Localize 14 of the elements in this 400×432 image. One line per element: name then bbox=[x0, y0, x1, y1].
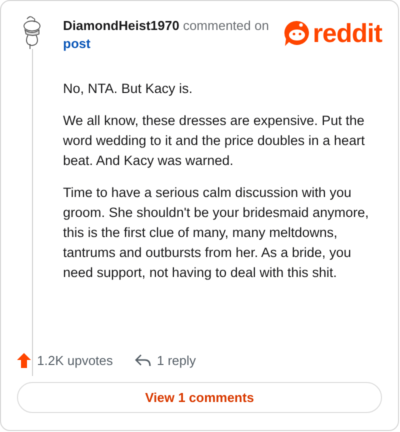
post-link[interactable]: post bbox=[63, 35, 90, 53]
comment-paragraph: No, NTA. But Kacy is. bbox=[63, 80, 194, 98]
author-name[interactable]: DiamondHeist1970 bbox=[63, 18, 180, 33]
avatar-icon bbox=[21, 15, 43, 49]
comment-paragraph: We all know, these dresses are expensive. Put the word wedding to it and the price doubles in a heart beat. And Kacy was warned. bbox=[63, 112, 366, 170]
upvote-arrow-icon[interactable] bbox=[17, 353, 31, 368]
view-comments-button[interactable]: View 1 comments bbox=[17, 382, 382, 413]
comment-paragraph: Time to have a serious calm discussion with you groom. She shouldn't be your bridesmaid anymore, this is the first clue of many, many meltdowns, tantrums and outbursts from her. As a bride, you need support, not having to deal with this shit. bbox=[63, 184, 370, 282]
reply-arrow-icon[interactable] bbox=[134, 354, 151, 367]
reddit-logo: reddit bbox=[312, 19, 382, 47]
action-text: commented on bbox=[182, 18, 269, 33]
upvote-count: 1.2K upvotes bbox=[37, 353, 113, 368]
alien-mascot-icon bbox=[284, 20, 310, 46]
reply-count: 1 reply bbox=[156, 353, 196, 368]
